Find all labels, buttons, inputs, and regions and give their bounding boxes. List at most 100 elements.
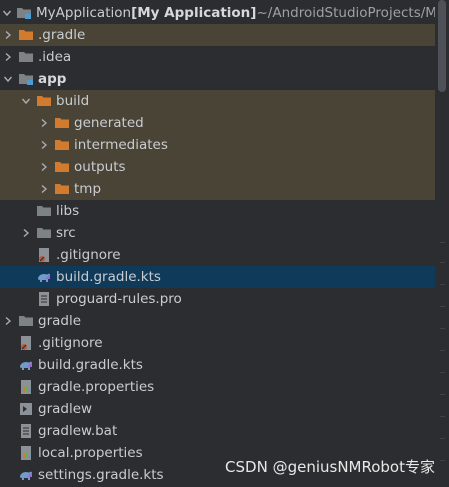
gutter-mark (440, 350, 445, 351)
tree-item-label: .gitignore (56, 247, 121, 263)
scrollbar-thumb[interactable] (438, 0, 446, 92)
gradle-kts-file-icon (18, 357, 34, 373)
tree-item[interactable]: outputs (0, 156, 435, 178)
tree-item-label: gradle.properties (38, 379, 155, 395)
folder-orange-icon (54, 137, 70, 153)
gutter-mark (440, 372, 445, 373)
chevron-right-icon[interactable] (2, 51, 14, 63)
script-file-icon (18, 401, 34, 417)
tree-item[interactable]: gradle.properties (0, 376, 435, 398)
tree-item-label: build.gradle.kts (38, 357, 143, 373)
project-path: ~/AndroidStudioProjects/My (256, 5, 435, 21)
chevron-right-icon[interactable] (38, 161, 50, 173)
chevron-down-icon[interactable] (2, 73, 14, 85)
folder-gray-icon (18, 313, 34, 329)
folder-orange-icon (36, 93, 52, 109)
tree-item-label: src (56, 225, 76, 241)
tree-item-label: settings.gradle.kts (38, 467, 164, 483)
text-file-icon (36, 291, 52, 307)
gitignore-file-icon (18, 335, 34, 351)
project-tree: MyApplication [My Application] ~/Android… (0, 0, 435, 487)
tree-item-label: gradlew (38, 401, 93, 417)
tree-item-label: .idea (38, 49, 72, 65)
tree-item-label: app (38, 71, 67, 87)
gutter-mark (440, 284, 445, 285)
tree-item-label: build (56, 93, 90, 109)
tree-item[interactable]: .idea (0, 46, 435, 68)
tree-item-label: proguard-rules.pro (56, 291, 182, 307)
module-folder-icon (16, 5, 32, 21)
tree-item-label: build.gradle.kts (56, 269, 161, 285)
gutter-mark (440, 416, 445, 417)
tree-item[interactable]: gradlew (0, 398, 435, 420)
properties-file-icon (18, 379, 34, 395)
tree-item[interactable]: app (0, 68, 435, 90)
folder-orange-icon (54, 159, 70, 175)
gutter-mark (440, 394, 445, 395)
chevron-down-icon[interactable] (2, 7, 12, 19)
gutter-mark (440, 438, 445, 439)
tree-item[interactable]: tmp (0, 178, 435, 200)
chevron-right-icon[interactable] (20, 227, 32, 239)
tree-item-label: gradle (38, 313, 82, 329)
tree-item[interactable]: gradlew.bat (0, 420, 435, 442)
gutter-mark (440, 328, 445, 329)
tree-item[interactable]: intermediates (0, 134, 435, 156)
folder-orange-icon (18, 27, 34, 43)
chevron-right-icon[interactable] (38, 117, 50, 129)
tree-item-label: outputs (74, 159, 126, 175)
tree-item[interactable]: .gitignore (0, 244, 435, 266)
tree-item-label: tmp (74, 181, 102, 197)
tree-item[interactable]: libs (0, 200, 435, 222)
tree-item[interactable]: build.gradle.kts (0, 354, 435, 376)
folder-orange-icon (54, 115, 70, 131)
properties-file-icon (18, 445, 34, 461)
project-name: MyApplication (36, 5, 132, 21)
folder-orange-icon (54, 181, 70, 197)
vertical-scrollbar[interactable] (435, 0, 449, 487)
tree-item[interactable]: build (0, 90, 435, 112)
folder-gray-icon (18, 49, 34, 65)
chevron-down-icon[interactable] (20, 95, 32, 107)
chevron-right-icon[interactable] (2, 29, 14, 41)
project-root-row[interactable]: MyApplication [My Application] ~/Android… (0, 2, 435, 24)
gitignore-file-icon (36, 247, 52, 263)
gradle-kts-file-icon (36, 269, 52, 285)
text-file-icon (18, 423, 34, 439)
gradle-kts-file-icon (18, 467, 34, 483)
tree-item[interactable]: proguard-rules.pro (0, 288, 435, 310)
folder-gray-icon (36, 203, 52, 219)
gutter-mark (440, 460, 445, 461)
chevron-right-icon[interactable] (38, 183, 50, 195)
tree-item-label: local.properties (38, 445, 143, 461)
tree-item-label: gradlew.bat (38, 423, 118, 439)
tree-item-label: generated (74, 115, 144, 131)
tree-item[interactable]: gradle (0, 310, 435, 332)
tree-item-label: .gitignore (38, 335, 103, 351)
module-name: [My Application] (131, 5, 257, 21)
chevron-right-icon[interactable] (38, 139, 50, 151)
tree-item[interactable]: build.gradle.kts (0, 266, 435, 288)
gutter-mark (440, 242, 445, 243)
tree-item-label: libs (56, 203, 80, 219)
tree-item[interactable]: src (0, 222, 435, 244)
module-folder-icon (18, 71, 34, 87)
tree-item[interactable]: .gradle (0, 24, 435, 46)
tree-item[interactable]: generated (0, 112, 435, 134)
chevron-right-icon[interactable] (2, 315, 14, 327)
tree-item[interactable]: .gitignore (0, 332, 435, 354)
watermark: CSDN @geniusNMRobot专家 (225, 458, 435, 476)
folder-gray-icon (36, 225, 52, 241)
tree-item-label: .gradle (38, 27, 86, 43)
